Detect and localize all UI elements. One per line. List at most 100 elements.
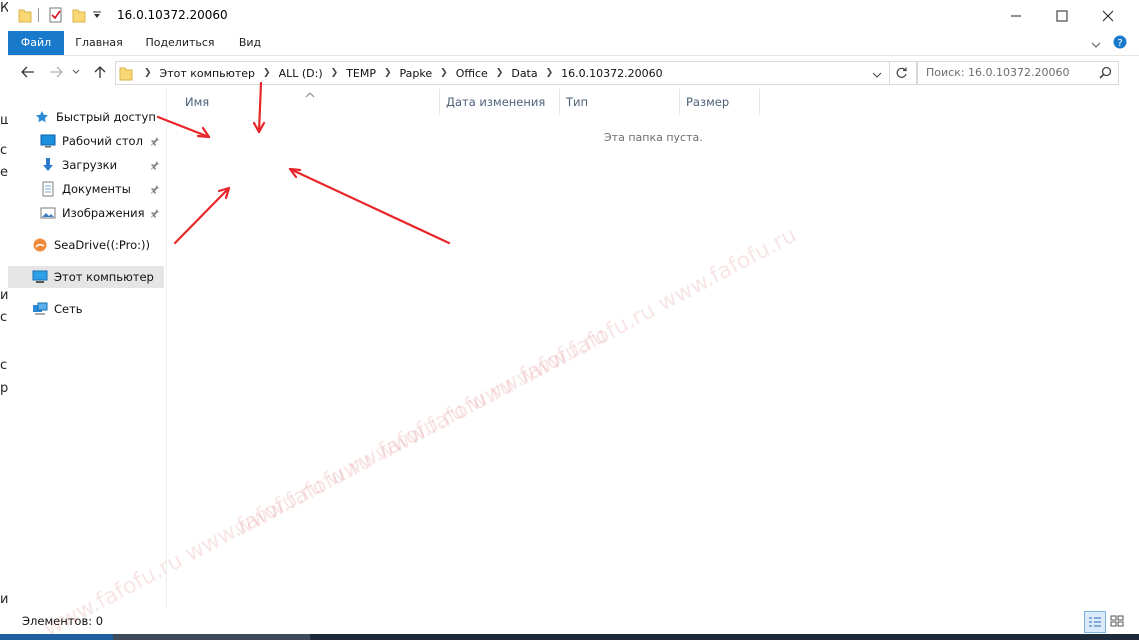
large-icons-view-button[interactable] — [1107, 611, 1127, 631]
this-pc-icon — [32, 269, 48, 285]
minimize-button[interactable] — [993, 0, 1039, 31]
taskbar-item[interactable] — [113, 634, 310, 640]
minimize-icon — [1011, 15, 1021, 16]
downloads-icon — [40, 157, 56, 173]
svg-text:?: ? — [1117, 38, 1122, 49]
background-char: с — [0, 310, 8, 325]
explorer-window: 16.0.10372.20060 Файл Главная Поделиться… — [8, 0, 1139, 634]
chevron-right-icon[interactable]: ❯ — [546, 68, 554, 78]
sidebar-item-this-pc[interactable]: Этот компьютер — [8, 266, 164, 288]
close-button[interactable] — [1085, 0, 1131, 31]
item-count: Элементов: 0 — [22, 614, 104, 628]
pin-icon[interactable] — [150, 207, 160, 221]
tab-file[interactable]: Файл — [8, 31, 64, 55]
up-button[interactable] — [90, 62, 110, 82]
sidebar-item-label: Рабочий стол — [62, 134, 143, 148]
star-icon — [34, 109, 50, 125]
sidebar-item-pictures[interactable]: Изображения — [8, 202, 164, 224]
expand-ribbon-icon[interactable] — [1091, 38, 1101, 52]
documents-icon — [40, 181, 56, 197]
address-history-chevron-icon[interactable] — [872, 69, 882, 83]
pin-icon[interactable] — [150, 159, 160, 173]
breadcrumb-item[interactable]: Papke — [400, 67, 433, 80]
navigation-bar: ❯ Этот компьютер ❯ ALL (D:) ❯ TEMP ❯ Pap… — [8, 56, 1139, 89]
file-list: Имя Дата изменения Тип Размер Эта папка … — [167, 89, 1139, 609]
sidebar-item-downloads[interactable]: Загрузки — [8, 154, 164, 176]
column-header-date-modified[interactable]: Дата изменения — [446, 89, 556, 115]
breadcrumb-item[interactable]: ALL (D:) — [279, 67, 323, 80]
recent-locations-button[interactable] — [70, 62, 82, 82]
column-divider[interactable] — [679, 89, 680, 115]
desktop-icon — [40, 133, 56, 149]
large-icons-view-icon — [1110, 615, 1124, 627]
column-header-name[interactable]: Имя — [185, 89, 435, 115]
search-input[interactable]: Поиск: 16.0.10372.20060 — [917, 61, 1119, 85]
maximize-icon — [1056, 10, 1068, 21]
chevron-right-icon[interactable]: ❯ — [331, 68, 339, 78]
properties-icon[interactable] — [49, 7, 63, 26]
sidebar-item-label: Сеть — [54, 302, 83, 316]
pin-icon[interactable] — [150, 183, 160, 197]
up-arrow-icon — [94, 66, 106, 78]
toolbar-divider — [38, 8, 39, 22]
folder-icon — [119, 65, 133, 84]
sidebar-item-label: Загрузки — [62, 158, 118, 172]
sidebar-item-label: SeaDrive((:Pro:)) — [54, 238, 151, 252]
maximize-button[interactable] — [1039, 0, 1085, 31]
column-divider[interactable] — [759, 89, 760, 115]
close-icon — [1102, 10, 1114, 21]
search-icon[interactable] — [1099, 66, 1112, 82]
breadcrumb-item[interactable]: TEMP — [346, 67, 376, 80]
details-view-icon — [1089, 617, 1101, 627]
tab-home[interactable]: Главная — [68, 31, 130, 55]
column-header-size[interactable]: Размер — [686, 89, 756, 115]
sidebar-item-documents[interactable]: Документы — [8, 178, 164, 200]
breadcrumb-item[interactable]: Data — [511, 67, 537, 80]
column-divider[interactable] — [559, 89, 560, 115]
sidebar-item-network[interactable]: Сеть — [8, 298, 164, 320]
chevron-down-icon — [72, 69, 80, 74]
divider — [889, 62, 890, 84]
tab-share[interactable]: Поделиться — [142, 31, 218, 55]
sidebar-item-label: Этот компьютер — [54, 270, 154, 284]
column-divider[interactable] — [439, 89, 440, 115]
new-folder-icon[interactable] — [72, 7, 86, 26]
status-bar: Элементов: 0 — [8, 609, 1139, 634]
details-view-button[interactable] — [1084, 611, 1106, 633]
column-header-type[interactable]: Тип — [566, 89, 676, 115]
customize-toolbar-icon[interactable] — [92, 9, 102, 23]
folder-icon — [18, 7, 32, 26]
sidebar-item-label: Быстрый доступ — [56, 110, 156, 124]
forward-button[interactable] — [46, 62, 66, 82]
back-arrow-icon — [21, 66, 34, 78]
sidebar-item-label: Изображения — [62, 206, 145, 220]
pin-icon[interactable] — [150, 135, 160, 149]
pictures-icon — [40, 205, 56, 221]
chevron-right-icon[interactable]: ❯ — [263, 68, 271, 78]
refresh-icon[interactable] — [895, 66, 908, 82]
chevron-right-icon[interactable]: ❯ — [384, 68, 392, 78]
help-icon[interactable]: ? — [1113, 35, 1127, 52]
forward-arrow-icon — [50, 66, 63, 78]
background-char: с — [0, 143, 8, 158]
chevron-right-icon[interactable]: ❯ — [496, 68, 504, 78]
back-button[interactable] — [18, 62, 38, 82]
breadcrumb-item[interactable]: Office — [456, 67, 488, 80]
chevron-right-icon[interactable]: ❯ — [440, 68, 448, 78]
sidebar-item-quick-access[interactable]: Быстрый доступ — [8, 106, 164, 128]
taskbar — [0, 634, 1139, 640]
search-placeholder: Поиск: 16.0.10372.20060 — [926, 66, 1070, 79]
breadcrumb-item-current[interactable]: 16.0.10372.20060 — [561, 67, 662, 80]
taskbar-active-item[interactable] — [0, 634, 113, 640]
breadcrumb-item[interactable]: Этот компьютер — [160, 67, 256, 80]
breadcrumb: ❯ Этот компьютер ❯ ALL (D:) ❯ TEMP ❯ Pap… — [136, 62, 663, 84]
sidebar-item-label: Документы — [62, 182, 131, 196]
chevron-right-icon[interactable]: ❯ — [144, 68, 152, 78]
address-bar[interactable]: ❯ Этот компьютер ❯ ALL (D:) ❯ TEMP ❯ Pap… — [115, 61, 917, 85]
sidebar-item-desktop[interactable]: Рабочий стол — [8, 130, 164, 152]
title-bar: 16.0.10372.20060 — [8, 0, 1139, 31]
background-char: с — [0, 358, 8, 373]
seadrive-icon — [32, 237, 48, 253]
sidebar-item-seadrive[interactable]: SeaDrive((:Pro:)) — [8, 234, 164, 256]
tab-view[interactable]: Вид — [230, 31, 270, 55]
